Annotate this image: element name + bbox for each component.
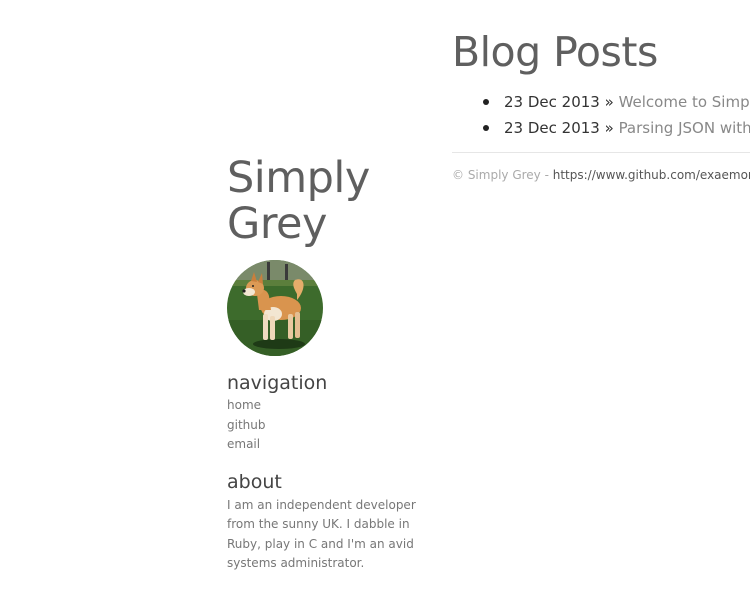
nav-link-home[interactable]: home: [227, 398, 261, 412]
footer: © Simply Grey - https://www.github.com/e…: [452, 167, 750, 183]
nav-item-home: home: [227, 396, 417, 416]
nav-item-email: email: [227, 435, 417, 455]
footer-copyright: © Simply Grey: [452, 168, 541, 182]
post-title-link[interactable]: Welcome to Simply Grey: [619, 93, 750, 111]
about-heading: about: [227, 470, 282, 493]
navigation-list: home github email: [227, 396, 417, 455]
page: Simply Grey navigation home github email…: [0, 0, 750, 600]
bullet-icon: [483, 125, 489, 131]
nav-link-email[interactable]: email: [227, 437, 260, 451]
post-separator: »: [604, 93, 619, 111]
navigation-heading: navigation: [227, 372, 328, 394]
site-title-line-1: Simply: [227, 153, 370, 203]
site-title-line-2: Grey: [227, 199, 327, 249]
footer-github-link[interactable]: https://www.github.com/exaemon/simplygre…: [553, 168, 750, 182]
page-title: Blog Posts: [452, 28, 658, 76]
avatar: [227, 260, 323, 356]
list-item: 23 Dec 2013 » Welcome to Simply Grey: [483, 89, 750, 115]
post-date: 23 Dec 2013: [504, 119, 600, 137]
post-list: 23 Dec 2013 » Welcome to Simply Grey 23 …: [452, 89, 750, 141]
footer-separator: -: [540, 168, 553, 182]
about-text: I am an independent developer from the s…: [227, 497, 416, 571]
site-title[interactable]: Simply Grey: [227, 155, 417, 247]
bullet-icon: [483, 99, 489, 105]
list-item: 23 Dec 2013 » Parsing JSON with Ruby: [483, 115, 750, 141]
post-separator: »: [604, 119, 619, 137]
nav-link-github[interactable]: github: [227, 418, 265, 432]
sidebar: Simply Grey navigation home github email…: [227, 155, 417, 574]
post-title-link[interactable]: Parsing JSON with Ruby: [619, 119, 750, 137]
main-content: Blog Posts 23 Dec 2013 » Welcome to Simp…: [452, 27, 750, 183]
divider: [452, 152, 750, 153]
nav-item-github: github: [227, 416, 417, 436]
dog-photo-icon: [227, 260, 323, 356]
post-date: 23 Dec 2013: [504, 93, 600, 111]
